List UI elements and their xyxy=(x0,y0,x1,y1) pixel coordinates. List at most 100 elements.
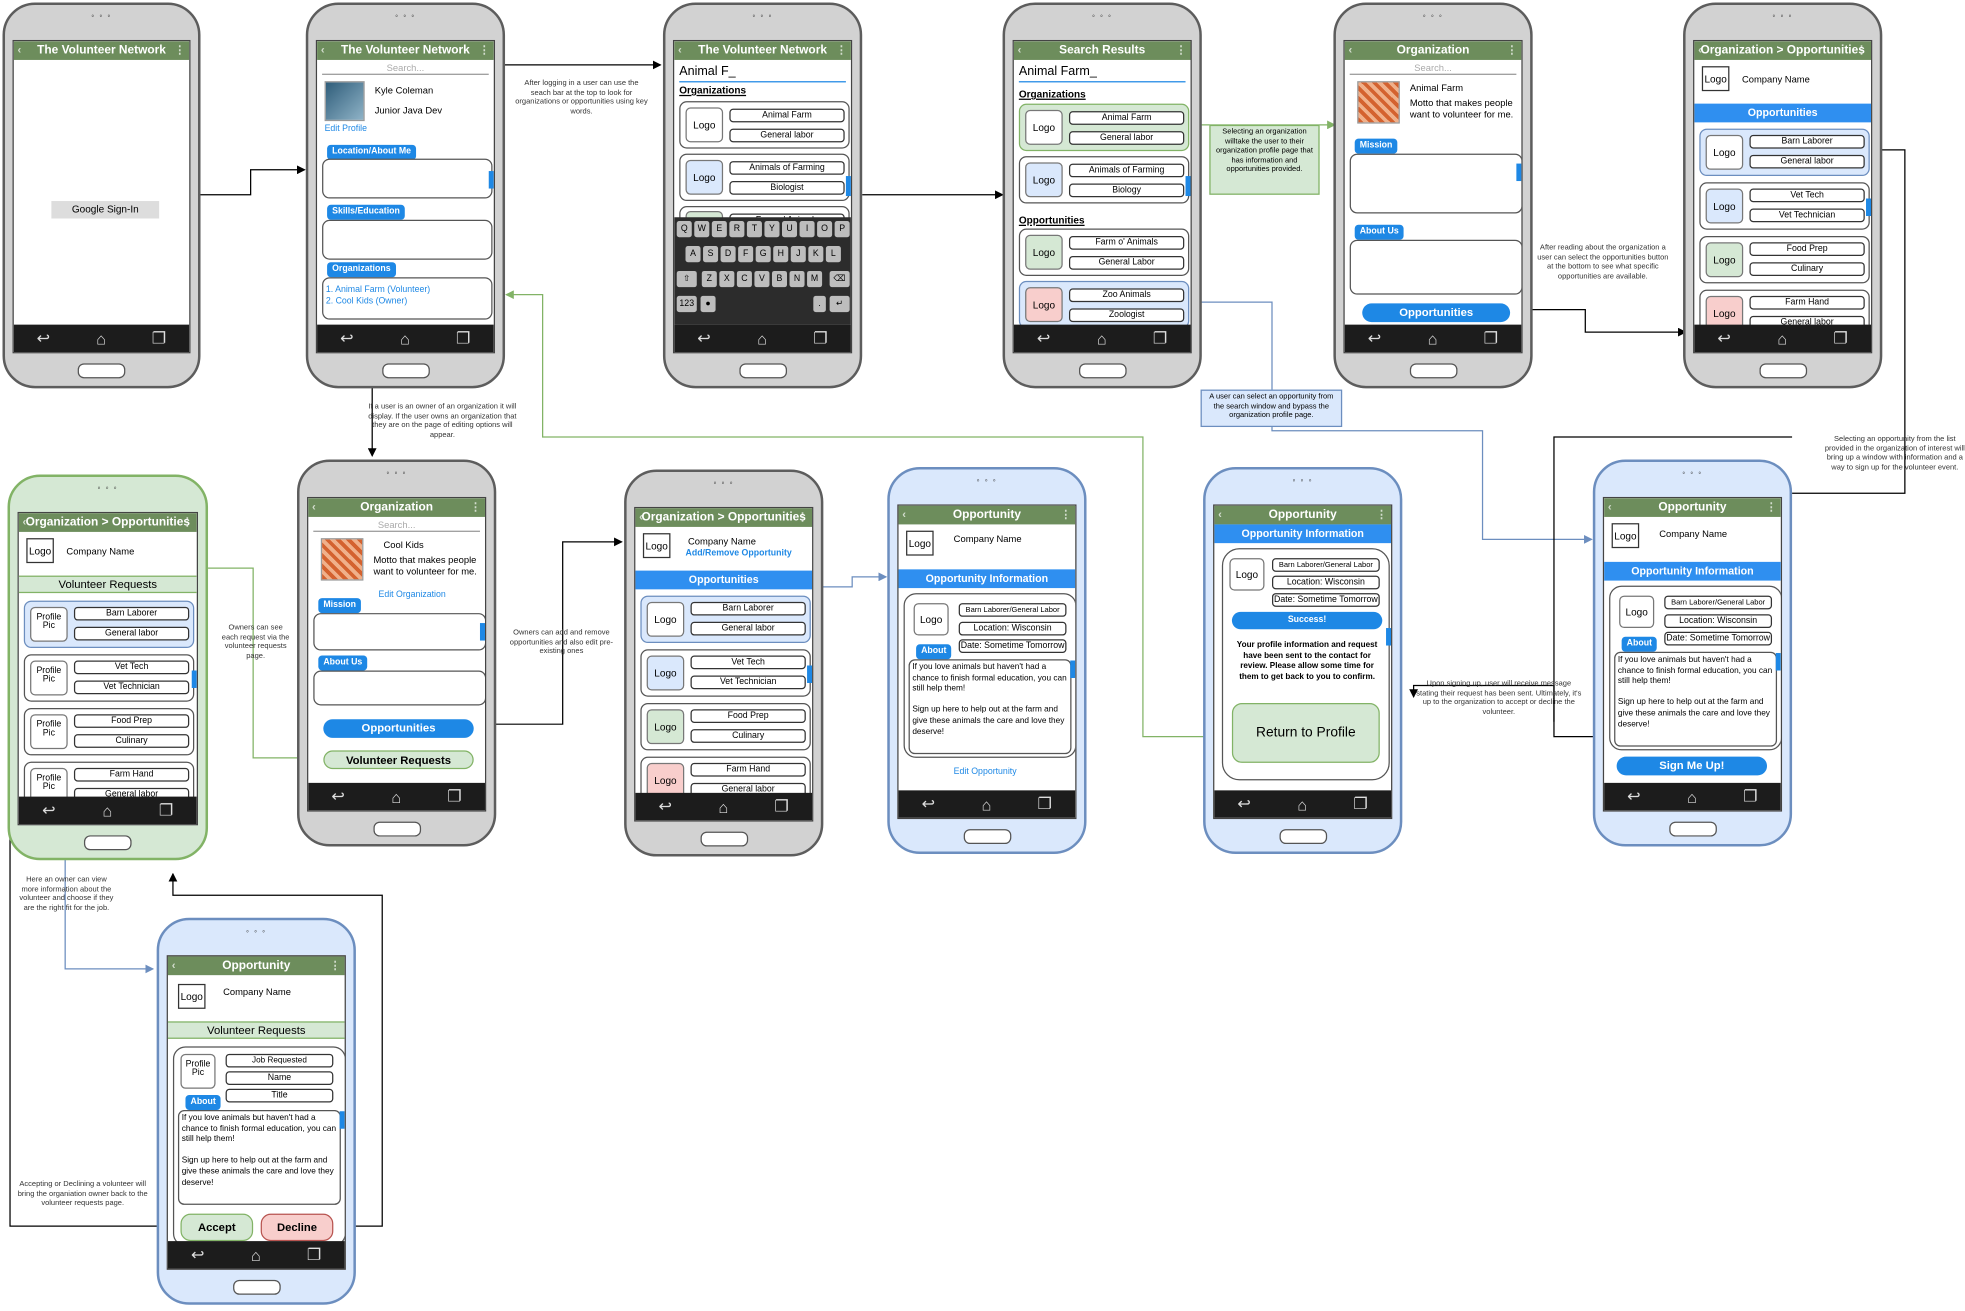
return-to-profile-button[interactable]: Return to Profile xyxy=(1231,702,1380,763)
microphone-icon[interactable]: ● xyxy=(700,295,716,313)
recent-apps-icon[interactable]: ❐ xyxy=(774,797,789,817)
key[interactable]: Q xyxy=(676,221,692,238)
scrollbar[interactable] xyxy=(807,665,813,683)
back-arrow-icon[interactable]: ‹ xyxy=(639,508,643,527)
back-arrow-icon[interactable]: ‹ xyxy=(1348,41,1352,60)
menu-dots-icon[interactable]: ⋮ xyxy=(182,513,193,532)
home-icon[interactable]: ⌂ xyxy=(757,329,767,348)
menu-dots-icon[interactable]: ⋮ xyxy=(797,508,808,527)
key[interactable]: P xyxy=(834,221,850,238)
scrollbar[interactable] xyxy=(191,670,197,688)
decline-button[interactable]: Decline xyxy=(260,1213,334,1242)
home-icon[interactable]: ⌂ xyxy=(718,797,728,816)
recent-apps-icon[interactable]: ❐ xyxy=(159,800,174,820)
recent-apps-icon[interactable]: ❐ xyxy=(1038,794,1053,814)
key[interactable]: S xyxy=(703,245,719,263)
back-arrow-icon[interactable]: ↩ xyxy=(1237,794,1251,814)
key[interactable]: G xyxy=(755,245,771,263)
home-icon[interactable]: ⌂ xyxy=(1428,329,1438,348)
scrollbar[interactable] xyxy=(1516,163,1522,182)
key[interactable]: Y xyxy=(764,221,780,238)
menu-dots-icon[interactable]: ⋮ xyxy=(470,498,481,517)
home-icon[interactable]: ⌂ xyxy=(981,795,991,814)
back-arrow-icon[interactable]: ↩ xyxy=(1627,787,1641,807)
key[interactable]: T xyxy=(746,221,762,238)
back-arrow-icon[interactable]: ↩ xyxy=(37,328,51,348)
scrollbar[interactable] xyxy=(1070,660,1076,678)
recent-apps-icon[interactable]: ❐ xyxy=(152,328,167,348)
back-arrow-icon[interactable]: ‹ xyxy=(1608,498,1612,517)
key[interactable]: W xyxy=(694,221,710,238)
back-arrow-icon[interactable]: ‹ xyxy=(678,41,682,60)
key[interactable]: L xyxy=(825,245,841,263)
home-icon[interactable]: ⌂ xyxy=(96,329,106,348)
key[interactable]: N xyxy=(789,270,805,288)
scrollbar[interactable] xyxy=(845,176,851,197)
skills-field[interactable] xyxy=(322,219,493,260)
scrollbar[interactable] xyxy=(479,623,485,641)
key[interactable]: A xyxy=(685,245,701,263)
back-arrow-icon[interactable]: ↩ xyxy=(1717,328,1731,348)
key[interactable]: F xyxy=(738,245,754,263)
back-arrow-icon[interactable]: ‹ xyxy=(902,506,906,525)
key[interactable]: B xyxy=(771,270,788,288)
home-icon[interactable]: ⌂ xyxy=(251,1245,261,1264)
sign-me-up-button[interactable]: Sign Me Up! xyxy=(1616,756,1768,776)
accept-button[interactable]: Accept xyxy=(180,1213,254,1242)
key[interactable]: E xyxy=(711,221,727,238)
search-input[interactable]: Animal F_ xyxy=(679,65,846,83)
menu-dots-icon[interactable]: ⋮ xyxy=(174,41,185,60)
back-arrow-icon[interactable]: ↩ xyxy=(697,328,711,348)
menu-dots-icon[interactable]: ⋮ xyxy=(1176,41,1187,60)
recent-apps-icon[interactable]: ❐ xyxy=(307,1245,322,1265)
add-remove-opportunity-link[interactable]: Add/Remove Opportunity xyxy=(686,549,792,558)
back-arrow-icon[interactable]: ‹ xyxy=(1218,506,1222,525)
back-arrow-icon[interactable]: ↩ xyxy=(1037,328,1051,348)
key[interactable]: O xyxy=(817,221,833,238)
scrollbar[interactable] xyxy=(488,171,494,189)
menu-dots-icon[interactable]: ⋮ xyxy=(479,41,490,60)
back-arrow-icon[interactable]: ↩ xyxy=(42,800,56,820)
key[interactable]: Z xyxy=(701,270,717,288)
recent-apps-icon[interactable]: ❐ xyxy=(1743,787,1758,807)
home-icon[interactable]: ⌂ xyxy=(1777,329,1787,348)
back-arrow-icon[interactable]: ↩ xyxy=(331,787,345,807)
back-arrow-icon[interactable]: ‹ xyxy=(312,498,316,517)
key[interactable]: X xyxy=(719,270,735,288)
recent-apps-icon[interactable]: ❐ xyxy=(456,328,471,348)
enter-icon[interactable]: ↵ xyxy=(829,295,850,313)
back-arrow-icon[interactable]: ‹ xyxy=(172,956,176,975)
home-icon[interactable]: ⌂ xyxy=(1097,329,1107,348)
scrollbar[interactable] xyxy=(339,1111,345,1129)
recent-apps-icon[interactable]: ❐ xyxy=(1484,328,1499,348)
back-arrow-icon[interactable]: ‹ xyxy=(1018,41,1022,60)
menu-dots-icon[interactable]: ⋮ xyxy=(1506,41,1517,60)
back-arrow-icon[interactable]: ‹ xyxy=(23,513,27,532)
key[interactable]: D xyxy=(720,245,736,263)
home-icon[interactable]: ⌂ xyxy=(400,329,410,348)
volunteer-requests-button[interactable]: Volunteer Requests xyxy=(323,750,474,770)
edit-opportunity-link[interactable]: Edit Opportunity xyxy=(954,768,1017,777)
recent-apps-icon[interactable]: ❐ xyxy=(447,787,462,807)
recent-apps-icon[interactable]: ❐ xyxy=(1153,328,1168,348)
recent-apps-icon[interactable]: ❐ xyxy=(1833,328,1848,348)
key[interactable]: H xyxy=(773,245,789,263)
scrollbar[interactable] xyxy=(1185,176,1191,197)
search-input[interactable]: Animal Farm_ xyxy=(1018,65,1186,83)
back-arrow-icon[interactable]: ↩ xyxy=(922,794,936,814)
back-arrow-icon[interactable]: ↩ xyxy=(658,797,672,817)
home-icon[interactable]: ⌂ xyxy=(1297,795,1307,814)
location-field[interactable] xyxy=(322,158,493,199)
back-arrow-icon[interactable]: ‹ xyxy=(18,41,22,60)
edit-organization-link[interactable]: Edit Organization xyxy=(378,591,445,600)
org-link-animal-farm[interactable]: 1. Animal Farm (Volunteer) xyxy=(326,286,430,295)
recent-apps-icon[interactable]: ❐ xyxy=(1353,794,1368,814)
menu-dots-icon[interactable]: ⋮ xyxy=(1376,506,1387,525)
period-key[interactable]: . xyxy=(813,295,826,313)
org-link-cool-kids[interactable]: 2. Cool Kids (Owner) xyxy=(326,297,407,306)
home-icon[interactable]: ⌂ xyxy=(391,787,401,806)
search-input[interactable]: Search... xyxy=(313,519,480,532)
key[interactable]: R xyxy=(729,221,745,238)
menu-dots-icon[interactable]: ⋮ xyxy=(1766,498,1777,517)
key[interactable]: C xyxy=(736,270,752,288)
